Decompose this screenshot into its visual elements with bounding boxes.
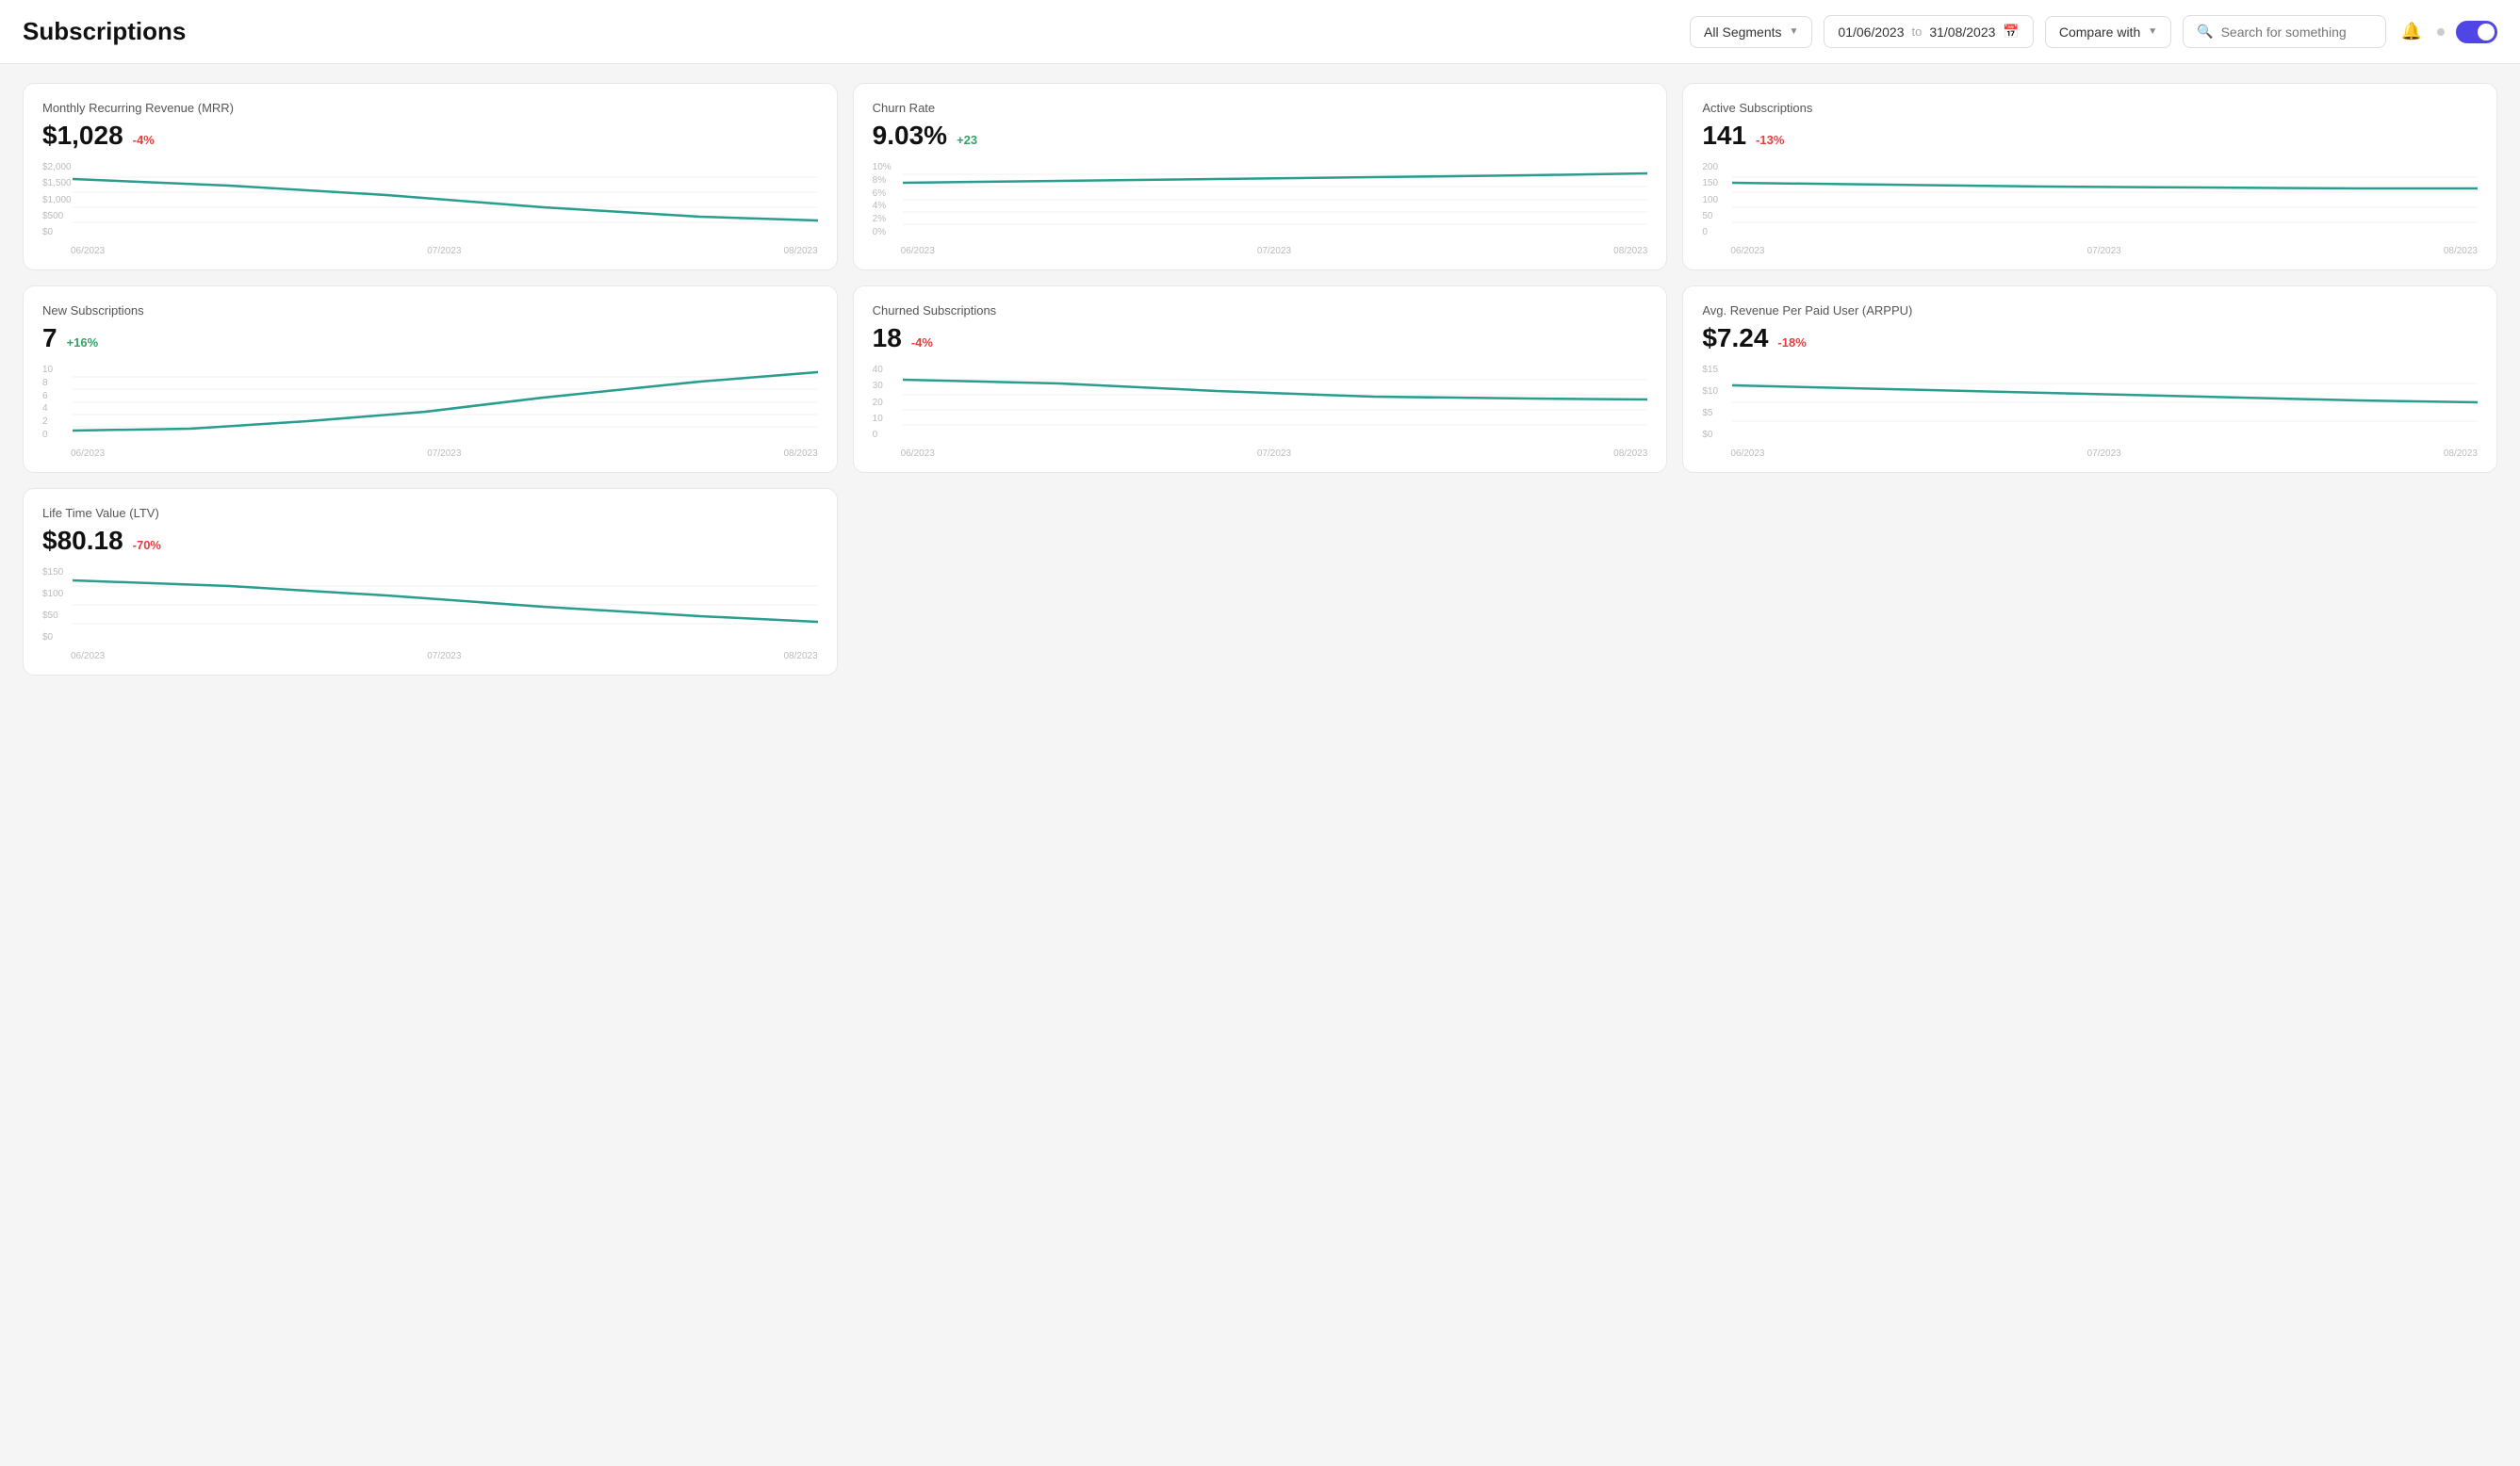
card-churned-title: Churned Subscriptions (873, 303, 1648, 318)
main-content: Monthly Recurring Revenue (MRR) $1,028 -… (0, 64, 2520, 694)
cards-row-2: New Subscriptions 7 +16% 1086420 (23, 285, 2497, 473)
card-mrr-chart: $2,000$1,500$1,000$500$0 06/202307/20230… (42, 162, 818, 256)
date-from: 01/06/2023 (1838, 24, 1904, 40)
card-mrr-value: $1,028 (42, 121, 123, 151)
search-input[interactable] (2221, 24, 2372, 40)
card-arppu-title: Avg. Revenue Per Paid User (ARPPU) (1702, 303, 2478, 318)
toggle-wrap (2456, 21, 2497, 43)
card-new-subs-value-row: 7 +16% (42, 323, 818, 353)
card-ltv-value: $80.18 (42, 526, 123, 556)
date-to: 31/08/2023 (1929, 24, 1995, 40)
compare-label: Compare with (2059, 24, 2140, 40)
toggle-switch[interactable] (2456, 21, 2497, 43)
card-mrr: Monthly Recurring Revenue (MRR) $1,028 -… (23, 83, 838, 270)
card-mrr-value-row: $1,028 -4% (42, 121, 818, 151)
ltv-y-axis: $150$100$50$0 (42, 567, 67, 643)
new-subs-y-axis: 1086420 (42, 365, 57, 440)
card-arppu: Avg. Revenue Per Paid User (ARPPU) $7.24… (1682, 285, 2497, 473)
card-new-subs-value: 7 (42, 323, 57, 353)
card-active-badge: -13% (1756, 133, 1784, 147)
card-active-value: 141 (1702, 121, 1746, 151)
mrr-chart-inner (73, 162, 818, 237)
segment-dropdown[interactable]: All Segments ▼ (1690, 16, 1812, 48)
new-subs-x-axis: 06/202307/202308/2023 (71, 448, 818, 459)
ltv-x-axis: 06/202307/202308/2023 (71, 651, 818, 661)
churned-x-axis: 06/202307/202308/2023 (901, 448, 1648, 459)
date-range-picker[interactable]: 01/06/2023 to 31/08/2023 📅 (1824, 15, 2033, 48)
card-churn-chart: 10%8%6%4%2%0% 06/202307/202308/2023 (873, 162, 1648, 256)
ltv-chart-inner (73, 567, 818, 643)
card-churn-title: Churn Rate (873, 101, 1648, 115)
header: Subscriptions All Segments ▼ 01/06/2023 … (0, 0, 2520, 64)
card-churned: Churned Subscriptions 18 -4% 403020100 (853, 285, 1668, 473)
chevron-down-icon: ▼ (1790, 26, 1799, 37)
dot-indicator (2437, 28, 2445, 36)
segment-label: All Segments (1704, 24, 1781, 40)
card-arppu-badge: -18% (1777, 335, 1806, 350)
card-churned-value: 18 (873, 323, 902, 353)
card-active: Active Subscriptions 141 -13% 2001501005… (1682, 83, 2497, 270)
card-new-subs-title: New Subscriptions (42, 303, 818, 318)
card-churn-value-row: 9.03% +23 (873, 121, 1648, 151)
chevron-down-icon-2: ▼ (2148, 26, 2157, 37)
search-box: 🔍 (2183, 15, 2385, 48)
card-new-subs-chart: 1086420 06/202307/202308/2023 (42, 365, 818, 459)
compare-dropdown[interactable]: Compare with ▼ (2045, 16, 2171, 48)
card-churned-badge: -4% (911, 335, 933, 350)
card-mrr-title: Monthly Recurring Revenue (MRR) (42, 101, 818, 115)
card-arppu-value-row: $7.24 -18% (1702, 323, 2478, 353)
card-new-subs: New Subscriptions 7 +16% 1086420 (23, 285, 838, 473)
card-active-value-row: 141 -13% (1702, 121, 2478, 151)
card-ltv-badge: -70% (133, 538, 161, 552)
arppu-chart-inner (1732, 365, 2478, 440)
header-controls: All Segments ▼ 01/06/2023 to 31/08/2023 … (1690, 15, 2497, 48)
mrr-y-axis: $2,000$1,500$1,000$500$0 (42, 162, 75, 237)
bell-icon[interactable]: 🔔 (2397, 18, 2426, 45)
card-churn: Churn Rate 9.03% +23 10%8%6%4%2%0% (853, 83, 1668, 270)
active-chart-inner (1732, 162, 2478, 237)
churn-chart-inner (903, 162, 1648, 237)
page-title: Subscriptions (23, 17, 186, 46)
search-icon: 🔍 (2197, 24, 2213, 40)
churn-x-axis: 06/202307/202308/2023 (901, 246, 1648, 256)
card-active-chart: 200150100500 06/202307/202308/2023 (1702, 162, 2478, 256)
card-churn-value: 9.03% (873, 121, 947, 151)
date-separator: to (1912, 24, 1923, 39)
card-ltv-title: Life Time Value (LTV) (42, 506, 818, 520)
churned-y-axis: 403020100 (873, 365, 887, 440)
card-churn-badge: +23 (957, 133, 977, 147)
arppu-y-axis: $15$10$5$0 (1702, 365, 1722, 440)
card-new-subs-badge: +16% (67, 335, 99, 350)
cards-row-3: Life Time Value (LTV) $80.18 -70% $150$1… (23, 488, 2497, 676)
calendar-icon: 📅 (2003, 24, 2019, 40)
active-x-axis: 06/202307/202308/2023 (1730, 246, 2478, 256)
cards-row-1: Monthly Recurring Revenue (MRR) $1,028 -… (23, 83, 2497, 270)
churned-chart-inner (903, 365, 1648, 440)
card-mrr-badge: -4% (133, 133, 155, 147)
churn-y-axis: 10%8%6%4%2%0% (873, 162, 895, 237)
card-churned-chart: 403020100 06/202307/202308/2023 (873, 365, 1648, 459)
new-subs-chart-inner (73, 365, 818, 440)
active-y-axis: 200150100500 (1702, 162, 1722, 237)
mrr-x-axis: 06/202307/202308/2023 (71, 246, 818, 256)
card-active-title: Active Subscriptions (1702, 101, 2478, 115)
card-ltv: Life Time Value (LTV) $80.18 -70% $150$1… (23, 488, 838, 676)
card-ltv-value-row: $80.18 -70% (42, 526, 818, 556)
arppu-x-axis: 06/202307/202308/2023 (1730, 448, 2478, 459)
card-arppu-chart: $15$10$5$0 06/202307/202308/2023 (1702, 365, 2478, 459)
card-churned-value-row: 18 -4% (873, 323, 1648, 353)
card-ltv-chart: $150$100$50$0 06/202307/202308/2023 (42, 567, 818, 661)
card-arppu-value: $7.24 (1702, 323, 1768, 353)
